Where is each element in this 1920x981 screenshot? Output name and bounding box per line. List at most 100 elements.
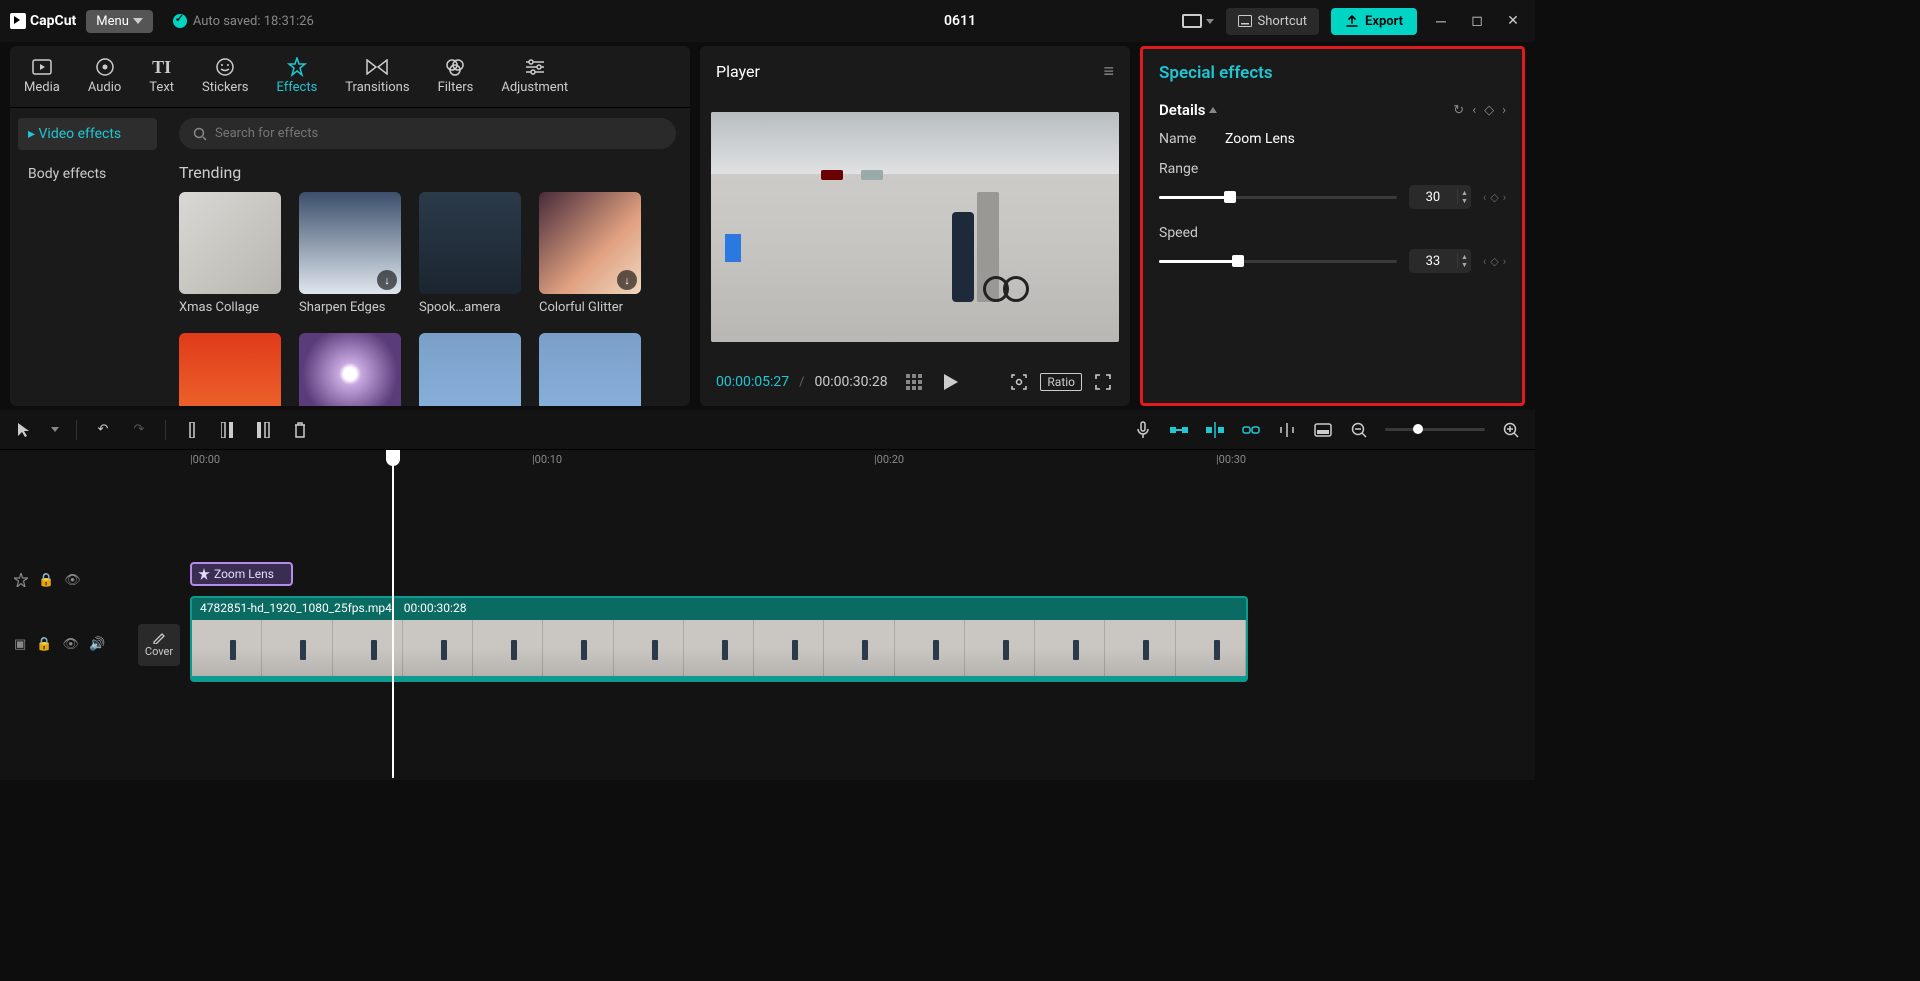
- next-keyframe-icon[interactable]: ›: [1502, 103, 1506, 118]
- zoom-out-icon[interactable]: [1349, 420, 1369, 440]
- effect-card[interactable]: ↓ Sharpen Edges: [299, 192, 401, 315]
- minimize-button[interactable]: ─: [1429, 9, 1453, 33]
- video-track[interactable]: 4782851-hd_1920_1080_25fps.mp4 00:00:30:…: [138, 596, 1535, 682]
- zoom-slider[interactable]: [1385, 428, 1485, 431]
- slider-thumb[interactable]: [1224, 191, 1236, 203]
- speed-value-box[interactable]: 33 ▲▼: [1409, 249, 1471, 273]
- search-input[interactable]: [215, 126, 662, 141]
- search-box[interactable]: [179, 118, 676, 149]
- split-tool[interactable]: [182, 420, 202, 440]
- player-menu-icon[interactable]: ≡: [1103, 61, 1114, 82]
- visibility-icon[interactable]: 👁: [62, 637, 79, 652]
- slider-thumb[interactable]: [1232, 255, 1244, 267]
- aspect-ratio-dropdown[interactable]: [1182, 14, 1214, 28]
- undo-button[interactable]: ↶: [93, 420, 113, 440]
- effect-card[interactable]: [419, 333, 521, 406]
- effect-card[interactable]: Spook…amera: [419, 192, 521, 315]
- playhead[interactable]: [392, 450, 394, 778]
- menu-button[interactable]: Menu: [86, 10, 153, 33]
- pointer-dropdown-icon[interactable]: [50, 420, 60, 440]
- keyframe-icon[interactable]: ◇: [1484, 103, 1494, 118]
- project-title: 0611: [944, 13, 976, 29]
- ratio-button[interactable]: Ratio: [1040, 373, 1082, 391]
- tab-label: Filters: [438, 80, 474, 95]
- fx-track-controls: 🔒 👁: [14, 573, 81, 588]
- timeline-main[interactable]: |00:00 |00:10 |00:20 |00:30 Zoom Lens 47…: [138, 450, 1535, 778]
- keyframe-icon[interactable]: ◇: [1490, 191, 1498, 204]
- crop-icon[interactable]: [1008, 371, 1030, 393]
- video-clip[interactable]: 4782851-hd_1920_1080_25fps.mp4 00:00:30:…: [190, 596, 1248, 682]
- audio-icon: [94, 56, 116, 78]
- effect-thumbnail: [539, 333, 641, 406]
- download-icon[interactable]: ↓: [377, 270, 397, 290]
- effects-grid: Xmas Collage ↓ Sharpen Edges Spook…amera…: [179, 192, 676, 406]
- prev-keyframe-icon[interactable]: ‹: [1472, 103, 1476, 118]
- preview-render-icon[interactable]: [1313, 420, 1333, 440]
- mic-record-icon[interactable]: [1133, 420, 1153, 440]
- collapse-icon[interactable]: [1209, 107, 1217, 113]
- auto-snap-icon[interactable]: [1205, 420, 1225, 440]
- effects-main: Trending Xmas Collage ↓ Sharpen Edges Sp…: [165, 108, 690, 406]
- magnet-main-icon[interactable]: [1169, 420, 1189, 440]
- slider-thumb[interactable]: [1413, 424, 1423, 434]
- download-icon[interactable]: ↓: [617, 270, 637, 290]
- lock-icon[interactable]: 🔒: [36, 637, 52, 652]
- fullscreen-icon[interactable]: [1092, 371, 1114, 393]
- effect-card[interactable]: [179, 333, 281, 406]
- clip-thumb: [403, 620, 473, 676]
- prev-keyframe-icon[interactable]: ‹: [1483, 191, 1486, 204]
- shortcut-button[interactable]: Shortcut: [1226, 8, 1320, 35]
- tab-media[interactable]: Media: [10, 46, 74, 107]
- range-slider[interactable]: [1159, 196, 1397, 199]
- collapse-track-icon[interactable]: ▣: [14, 637, 26, 652]
- redo-button[interactable]: ↷: [129, 420, 149, 440]
- zoom-in-icon[interactable]: [1501, 420, 1521, 440]
- range-value-box[interactable]: 30 ▲▼: [1409, 185, 1471, 209]
- trim-left-tool[interactable]: [218, 420, 238, 440]
- effect-card[interactable]: [299, 333, 401, 406]
- effect-card[interactable]: Xmas Collage: [179, 192, 281, 315]
- sidebar-item-body-effects[interactable]: Body effects: [18, 158, 157, 190]
- next-keyframe-icon[interactable]: ›: [1503, 255, 1506, 268]
- delete-tool[interactable]: [290, 420, 310, 440]
- top-bar: CapCut Menu Auto saved: 18:31:26 0611 Sh…: [0, 0, 1535, 42]
- player-canvas[interactable]: [700, 96, 1130, 358]
- prev-keyframe-icon[interactable]: ‹: [1483, 255, 1486, 268]
- export-button[interactable]: Export: [1331, 8, 1417, 35]
- effect-card[interactable]: ↓ Colorful Glitter: [539, 192, 641, 315]
- trim-right-tool[interactable]: [254, 420, 274, 440]
- effects-track-icon[interactable]: [14, 573, 28, 588]
- stepper-icon[interactable]: ▲▼: [1457, 253, 1471, 269]
- tab-adjustment[interactable]: Adjustment: [487, 46, 582, 107]
- text-icon: TI: [151, 56, 173, 78]
- close-button[interactable]: ✕: [1501, 9, 1525, 33]
- tab-filters[interactable]: Filters: [424, 46, 488, 107]
- effect-card[interactable]: [539, 333, 641, 406]
- fx-track[interactable]: Zoom Lens: [138, 562, 1535, 588]
- stepper-icon[interactable]: ▲▼: [1457, 189, 1471, 205]
- pointer-tool[interactable]: [14, 420, 34, 440]
- ruler-tick: |00:30: [1216, 453, 1246, 466]
- tab-transitions[interactable]: Transitions: [331, 46, 423, 107]
- speed-slider[interactable]: [1159, 260, 1397, 263]
- tab-audio[interactable]: Audio: [74, 46, 135, 107]
- keyframe-icon[interactable]: ◇: [1490, 255, 1498, 268]
- reset-icon[interactable]: ↻: [1453, 103, 1464, 118]
- sidebar-item-video-effects[interactable]: ▸ Video effects: [18, 118, 157, 150]
- timeline-ruler[interactable]: |00:00 |00:10 |00:20 |00:30: [138, 450, 1535, 472]
- fx-clip[interactable]: Zoom Lens: [190, 562, 293, 586]
- play-button[interactable]: [940, 371, 962, 393]
- clip-thumbnails: [192, 620, 1246, 676]
- next-keyframe-icon[interactable]: ›: [1503, 191, 1506, 204]
- grid-layout-icon[interactable]: [906, 374, 922, 390]
- mute-icon[interactable]: 🔊: [89, 637, 105, 652]
- tab-effects[interactable]: Effects: [262, 46, 331, 107]
- linkage-icon[interactable]: [1241, 420, 1261, 440]
- maximize-button[interactable]: ◻: [1465, 9, 1489, 33]
- visibility-icon[interactable]: 👁: [64, 573, 81, 588]
- tab-text[interactable]: TI Text: [135, 46, 188, 107]
- preview-axis-icon[interactable]: [1277, 420, 1297, 440]
- lock-icon[interactable]: 🔒: [38, 573, 54, 588]
- tab-stickers[interactable]: Stickers: [188, 46, 262, 107]
- speed-value: 33: [1409, 254, 1457, 269]
